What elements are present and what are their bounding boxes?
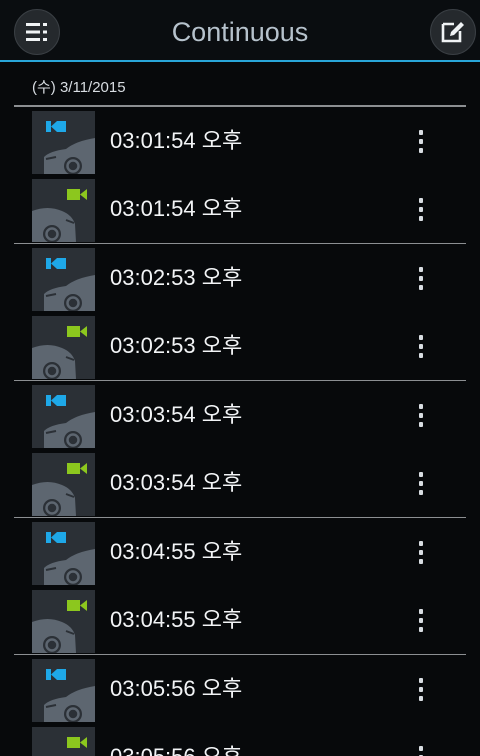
recording-row[interactable]: 03:02:53 오후 <box>0 244 480 312</box>
recording-time: 03:02:53 오후 <box>110 333 243 358</box>
recording-group: 03:02:53 오후 03:02:53 오후 <box>0 244 480 381</box>
rear-camera-thumbnail <box>32 590 95 653</box>
recording-row[interactable]: 03:03:54 오후 <box>0 381 480 449</box>
rear-camera-thumbnail <box>32 453 95 516</box>
recording-group: 03:05:56 오후 03:05:56 오후 <box>0 655 480 756</box>
recording-group: 03:04:55 오후 03:04:55 오후 <box>0 518 480 655</box>
front-camera-thumbnail <box>32 522 95 585</box>
front-camera-thumbnail <box>32 111 95 174</box>
recording-time: 03:05:56 오후 <box>110 676 243 701</box>
recording-time: 03:04:55 오후 <box>110 539 243 564</box>
rear-camera-thumbnail <box>32 727 95 756</box>
overflow-menu-icon[interactable] <box>406 254 436 302</box>
recording-time: 03:01:54 오후 <box>110 128 243 153</box>
recording-time: 03:03:54 오후 <box>110 402 243 427</box>
recording-time: 03:05:56 오후 <box>110 723 242 756</box>
recording-row[interactable]: 03:03:54 오후 <box>0 449 480 517</box>
overflow-menu-icon[interactable] <box>406 117 436 165</box>
recording-row[interactable]: 03:04:55 오후 <box>0 518 480 586</box>
rear-camera-car-icon <box>67 737 87 748</box>
page-title: Continuous <box>171 17 309 47</box>
front-camera-car-icon <box>44 258 95 311</box>
recording-time: 03:03:54 오후 <box>110 470 243 495</box>
overflow-menu-icon[interactable] <box>406 459 436 507</box>
edit-icon <box>441 22 464 43</box>
date-header: (수) 3/11/2015 <box>32 79 126 96</box>
overflow-menu-icon[interactable] <box>406 322 436 370</box>
front-camera-thumbnail <box>32 248 95 311</box>
recording-row[interactable]: 03:04:55 오후 <box>0 586 480 654</box>
top-bar: Continuous <box>0 0 480 62</box>
recording-group: 03:03:54 오후 03:03:54 오후 <box>0 381 480 518</box>
front-camera-car-icon <box>44 395 95 448</box>
rear-camera-car-icon <box>32 600 87 653</box>
rear-camera-thumbnail <box>32 179 95 242</box>
recording-row[interactable]: 03:01:54 오후 <box>0 175 480 243</box>
app-window: Continuous (수) 3/11/2015 03:01:54 오후 03:0… <box>0 0 480 756</box>
edit-button[interactable] <box>430 9 476 55</box>
front-camera-car-icon <box>44 532 95 585</box>
overflow-menu-icon[interactable] <box>406 391 436 439</box>
overflow-menu-icon[interactable] <box>406 733 436 756</box>
rear-camera-car-icon <box>32 189 87 242</box>
front-camera-car-icon <box>44 121 95 174</box>
front-camera-car-icon <box>44 669 95 722</box>
overflow-menu-icon[interactable] <box>406 528 436 576</box>
recording-time: 03:04:55 오후 <box>110 607 243 632</box>
recording-row[interactable]: 03:05:56 오후 <box>0 723 480 756</box>
recording-time: 03:01:54 오후 <box>110 196 243 221</box>
recording-row[interactable]: 03:05:56 오후 <box>0 655 480 723</box>
rear-camera-thumbnail <box>32 316 95 379</box>
rear-camera-car-icon <box>32 463 87 516</box>
recording-time: 03:02:53 오후 <box>110 265 243 290</box>
overflow-menu-icon[interactable] <box>406 665 436 713</box>
recording-group: 03:01:54 오후 03:01:54 오후 <box>0 107 480 244</box>
overflow-menu-icon[interactable] <box>406 596 436 644</box>
rear-camera-car-icon <box>32 326 87 379</box>
front-camera-thumbnail <box>32 385 95 448</box>
recording-row[interactable]: 03:02:53 오후 <box>0 312 480 380</box>
front-camera-thumbnail <box>32 659 95 722</box>
recording-row[interactable]: 03:01:54 오후 <box>0 107 480 175</box>
overflow-menu-icon[interactable] <box>406 185 436 233</box>
